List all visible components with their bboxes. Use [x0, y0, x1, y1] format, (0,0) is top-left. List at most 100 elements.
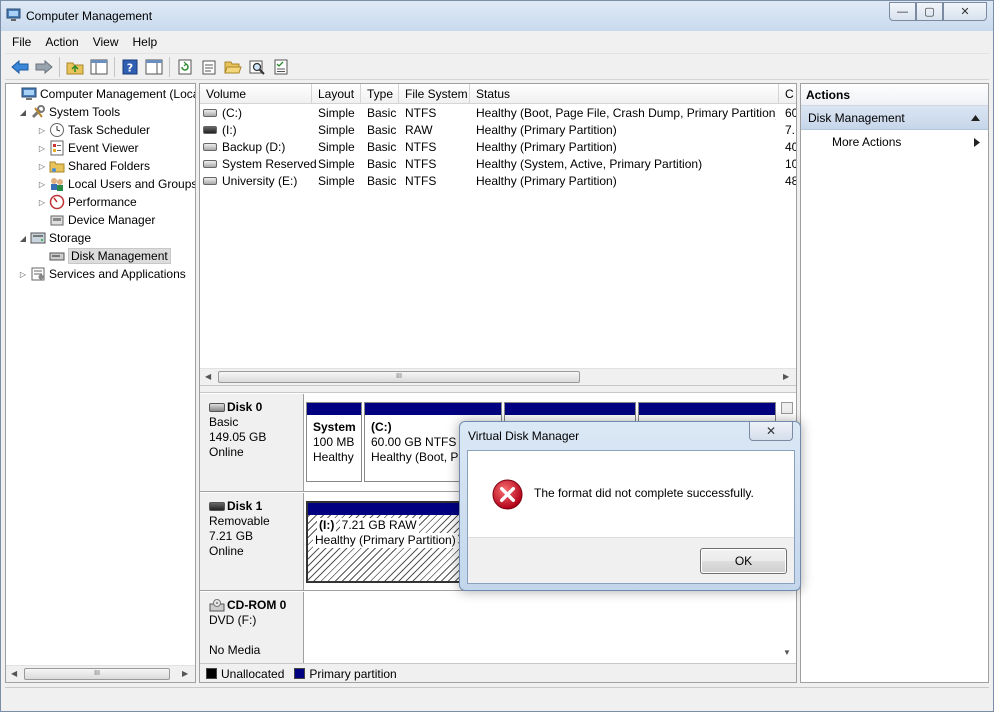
- settings-button[interactable]: [269, 56, 292, 78]
- cdrom-0-partitions: ▼: [304, 592, 796, 663]
- minimize-button[interactable]: —: [889, 2, 916, 21]
- action-label: More Actions: [832, 135, 902, 149]
- volume-name: Backup (D:): [222, 140, 286, 154]
- event-log-icon: [50, 140, 64, 156]
- tree-expander[interactable]: ▷: [37, 125, 47, 135]
- volume-row[interactable]: (I:) Simple Basic RAW Healthy (Primary P…: [200, 122, 796, 139]
- column-capacity[interactable]: C: [779, 84, 796, 104]
- maximize-button[interactable]: ▢: [916, 2, 943, 21]
- column-layout[interactable]: Layout: [312, 84, 361, 104]
- action-more-actions[interactable]: More Actions: [801, 130, 988, 154]
- cdrom-0-label[interactable]: CD-ROM 0 DVD (F:) No Media: [200, 592, 304, 663]
- volume-list-header: Volume Layout Type File System Status C: [200, 84, 796, 104]
- column-file-system[interactable]: File System: [399, 84, 470, 104]
- column-volume[interactable]: Volume: [200, 84, 312, 104]
- volume-status: Healthy (Primary Partition): [476, 140, 617, 154]
- tree-item-shared-folders[interactable]: ▷ Shared Folders: [37, 157, 150, 175]
- tree-item-task-scheduler[interactable]: ▷ Task Scheduler: [37, 121, 150, 139]
- open-button[interactable]: [221, 56, 244, 78]
- submenu-arrow-icon: [974, 138, 980, 147]
- up-one-level-button[interactable]: [63, 56, 86, 78]
- tree-item-services-and-applications[interactable]: ▷ Services and Applications: [18, 265, 186, 283]
- volume-row[interactable]: (C:) Simple Basic NTFS Healthy (Boot, Pa…: [200, 105, 796, 122]
- search-button[interactable]: [245, 56, 268, 78]
- menu-help[interactable]: Help: [126, 32, 165, 52]
- tree-item-local-users-and-groups[interactable]: ▷ Local Users and Groups: [37, 175, 195, 193]
- partition-status: Healthy (Primary Partition): [313, 533, 458, 548]
- back-button[interactable]: [8, 56, 31, 78]
- refresh-button[interactable]: [173, 56, 196, 78]
- partition-status: Healthy: [313, 450, 354, 464]
- scrollbar-thumb[interactable]: III: [24, 668, 170, 680]
- scroll-left-arrow-icon[interactable]: ◀: [11, 669, 17, 678]
- show-hide-console-tree-button[interactable]: [87, 56, 110, 78]
- tree-expander[interactable]: ▷: [18, 269, 28, 279]
- tree-expander[interactable]: ▷: [37, 143, 47, 153]
- menu-bar: File Action View Help: [5, 31, 989, 53]
- virtual-disk-manager-dialog: Virtual Disk Manager ✕ The format did no…: [459, 421, 801, 591]
- help-icon: ?: [122, 59, 137, 74]
- tree-item-computer-management[interactable]: Computer Management (Local: [9, 85, 195, 103]
- scroll-right-arrow-icon[interactable]: ▶: [783, 372, 789, 381]
- actions-section-disk-management[interactable]: Disk Management: [801, 106, 988, 130]
- properties-button[interactable]: [197, 56, 220, 78]
- title-bar[interactable]: Computer Management — ▢ ✕: [1, 1, 993, 31]
- disk-type: Removable: [209, 514, 270, 528]
- drive-icon: [203, 177, 217, 185]
- tree-item-system-tools[interactable]: ◢ System Tools: [18, 103, 120, 121]
- folder-up-icon: [66, 62, 83, 74]
- toolbar-separator: [169, 56, 170, 77]
- toolbar-separator: [59, 56, 60, 77]
- disk-area-scroll-thumb[interactable]: [781, 402, 793, 414]
- menu-action[interactable]: Action: [38, 32, 85, 52]
- tree-expander[interactable]: ◢: [18, 107, 28, 117]
- disk-1-label[interactable]: Disk 1 Removable 7.21 GB Online: [200, 493, 304, 591]
- volume-row[interactable]: Backup (D:) Simple Basic NTFS Healthy (P…: [200, 139, 796, 156]
- partition-name: (I:): [317, 518, 337, 533]
- tree-expander[interactable]: ◢: [18, 233, 28, 243]
- tree-item-performance[interactable]: ▷ Performance: [37, 193, 137, 211]
- volume-fs: NTFS: [405, 174, 437, 188]
- scroll-right-arrow-icon[interactable]: ▶: [182, 669, 188, 678]
- volume-list-horizontal-scrollbar[interactable]: ◀ III ▶: [200, 368, 796, 385]
- tree-item-event-viewer[interactable]: ▷ Event Viewer: [37, 139, 138, 157]
- close-button[interactable]: ✕: [943, 2, 987, 21]
- dialog-close-button[interactable]: ✕: [749, 422, 793, 441]
- tree-expander[interactable]: ▷: [37, 197, 47, 207]
- tree-item-disk-management[interactable]: Disk Management: [37, 247, 171, 265]
- forward-button[interactable]: [32, 56, 55, 78]
- menu-file[interactable]: File: [5, 32, 38, 52]
- volume-name: University (E:): [222, 174, 298, 188]
- tree-item-label: Task Scheduler: [68, 123, 151, 137]
- volume-type: Basic: [367, 123, 397, 137]
- scroll-left-arrow-icon[interactable]: ◀: [205, 372, 211, 381]
- volume-row[interactable]: University (E:) Simple Basic NTFS Health…: [200, 173, 796, 190]
- pane-splitter[interactable]: [200, 385, 796, 393]
- tree-item-storage[interactable]: ◢ Storage: [18, 229, 91, 247]
- ok-button[interactable]: OK: [700, 548, 787, 574]
- column-status[interactable]: Status: [470, 84, 779, 104]
- scroll-down-arrow-icon[interactable]: ▼: [783, 648, 791, 657]
- tree-item-device-manager[interactable]: Device Manager: [37, 211, 155, 229]
- menu-view[interactable]: View: [86, 32, 126, 52]
- services-icon: [31, 267, 45, 281]
- column-type[interactable]: Type: [361, 84, 399, 104]
- console-tree: Computer Management (Local ◢ System Tool…: [5, 83, 196, 683]
- status-bar: [5, 687, 989, 709]
- tree-item-label: Services and Applications: [49, 267, 186, 281]
- volume-row[interactable]: System Reserved Simple Basic NTFS Health…: [200, 156, 796, 173]
- shared-folder-icon: [49, 161, 65, 173]
- show-hide-action-pane-button[interactable]: [142, 56, 165, 78]
- tree-horizontal-scrollbar[interactable]: ◀ III ▶: [6, 665, 195, 682]
- volume-capacity: 40: [785, 140, 796, 154]
- collapse-triangle-icon[interactable]: [971, 115, 980, 121]
- tree-expander[interactable]: ▷: [37, 179, 47, 189]
- scrollbar-thumb[interactable]: III: [218, 371, 580, 383]
- drive-icon: [203, 143, 217, 151]
- tree-item-label: Shared Folders: [68, 159, 151, 173]
- tree-expander[interactable]: ▷: [37, 161, 47, 171]
- help-button[interactable]: ?: [118, 56, 141, 78]
- disk-0-label[interactable]: Disk 0 Basic 149.05 GB Online: [200, 394, 304, 492]
- volume-fs: NTFS: [405, 157, 437, 171]
- partition-system-reserved[interactable]: System 100 MB Healthy: [306, 402, 362, 482]
